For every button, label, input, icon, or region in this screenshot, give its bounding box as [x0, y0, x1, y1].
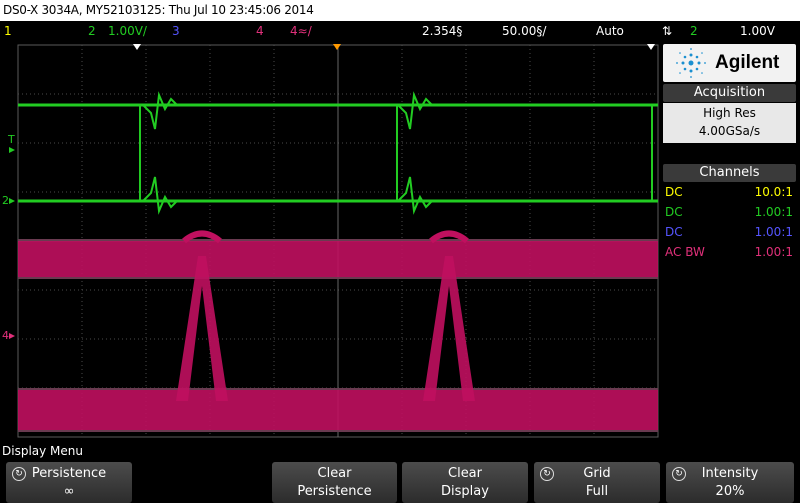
trigger-edge-icon: ⇅	[662, 24, 673, 38]
trigger-mode: Auto	[596, 24, 624, 38]
channel-row-2[interactable]: DC 1.00:1	[663, 202, 796, 222]
acq-mode: High Res	[703, 106, 756, 120]
ch4-ground-marker: 4	[2, 329, 9, 342]
window-title: DS0-X 3034A, MY52103125: Thu Jul 10 23:4…	[3, 3, 314, 17]
clear-persistence-softkey[interactable]: Clear Persistence	[272, 462, 397, 503]
ch2-indicator[interactable]: 2	[88, 21, 96, 41]
channels-header: Channels	[663, 164, 796, 182]
softkey-value: 20%	[715, 484, 745, 499]
ch4-scale: 4≈/	[290, 24, 312, 38]
side-panel: Agilent Acquisition High Res 4.00GSa/s C…	[660, 41, 800, 443]
brand-name: Agilent	[715, 52, 780, 73]
menu-title: Display Menu	[0, 443, 800, 460]
softkey-label: Persistence	[31, 466, 107, 481]
ch1-coupling: DC	[665, 185, 683, 199]
ch1-indicator[interactable]: 1	[4, 21, 12, 41]
grid-softkey[interactable]: ↻ Grid Full	[534, 462, 660, 503]
ch3-indicator[interactable]: 3	[172, 21, 180, 41]
clear-display-softkey[interactable]: Clear Display	[402, 462, 528, 503]
trigger-source: 2	[690, 24, 698, 38]
softkey-value: ∞	[63, 484, 75, 499]
acq-sample-rate: 4.00GSa/s	[698, 124, 761, 138]
trigger-level: 1.00V	[740, 24, 775, 38]
channel-row-3[interactable]: DC 1.00:1	[663, 222, 796, 242]
softkey-value: Full	[585, 484, 609, 499]
title-bar: DS0-X 3034A, MY52103125: Thu Jul 10 23:4…	[0, 0, 800, 21]
softkey-label: Clear	[448, 466, 482, 481]
ch2-scale: 1.00V/	[108, 24, 147, 38]
softkey-bar: ↻ Persistence ∞ Clear Persistence Clear …	[0, 460, 800, 503]
ch2-coupling: DC	[665, 205, 683, 219]
acquisition-header: Acquisition	[663, 84, 796, 102]
trigger-level-marker: T	[7, 133, 15, 146]
acquisition-box: High Res 4.00GSa/s	[663, 103, 796, 143]
softkey-label: Grid	[583, 466, 611, 481]
waveform-display[interactable]: T 2 4	[0, 41, 661, 443]
softkey-value: Display	[441, 484, 489, 499]
intensity-softkey[interactable]: ↻ Intensity 20%	[666, 462, 794, 503]
ch3-probe-ratio: 1.00:1	[754, 225, 793, 239]
softkey-value: Persistence	[297, 484, 372, 499]
channel-row-4[interactable]: AC BW 1.00:1	[663, 242, 796, 262]
ch4-indicator[interactable]: 4	[256, 21, 264, 41]
status-bar: 1 2 1.00V/ 3 4 4≈/ 2.354§ 50.00§/ Auto ⇅…	[0, 21, 800, 41]
agilent-logo: Agilent	[663, 44, 796, 82]
ch4-probe-ratio: 1.00:1	[754, 245, 793, 259]
ch2-ground-marker: 2	[2, 194, 9, 207]
channel-row-1[interactable]: DC 10.0:1	[663, 182, 796, 202]
softkey-label: Intensity	[701, 466, 759, 481]
time-per-div: 50.00§/	[502, 24, 547, 38]
ch4-coupling: AC BW	[665, 245, 705, 259]
agilent-spark-icon	[676, 48, 706, 78]
ch3-coupling: DC	[665, 225, 683, 239]
softkey-label: Clear	[317, 466, 352, 481]
ch1-probe-ratio: 10.0:1	[754, 185, 793, 199]
ch2-probe-ratio: 1.00:1	[754, 205, 793, 219]
time-delay: 2.354§	[422, 24, 463, 38]
persistence-softkey[interactable]: ↻ Persistence ∞	[6, 462, 132, 503]
